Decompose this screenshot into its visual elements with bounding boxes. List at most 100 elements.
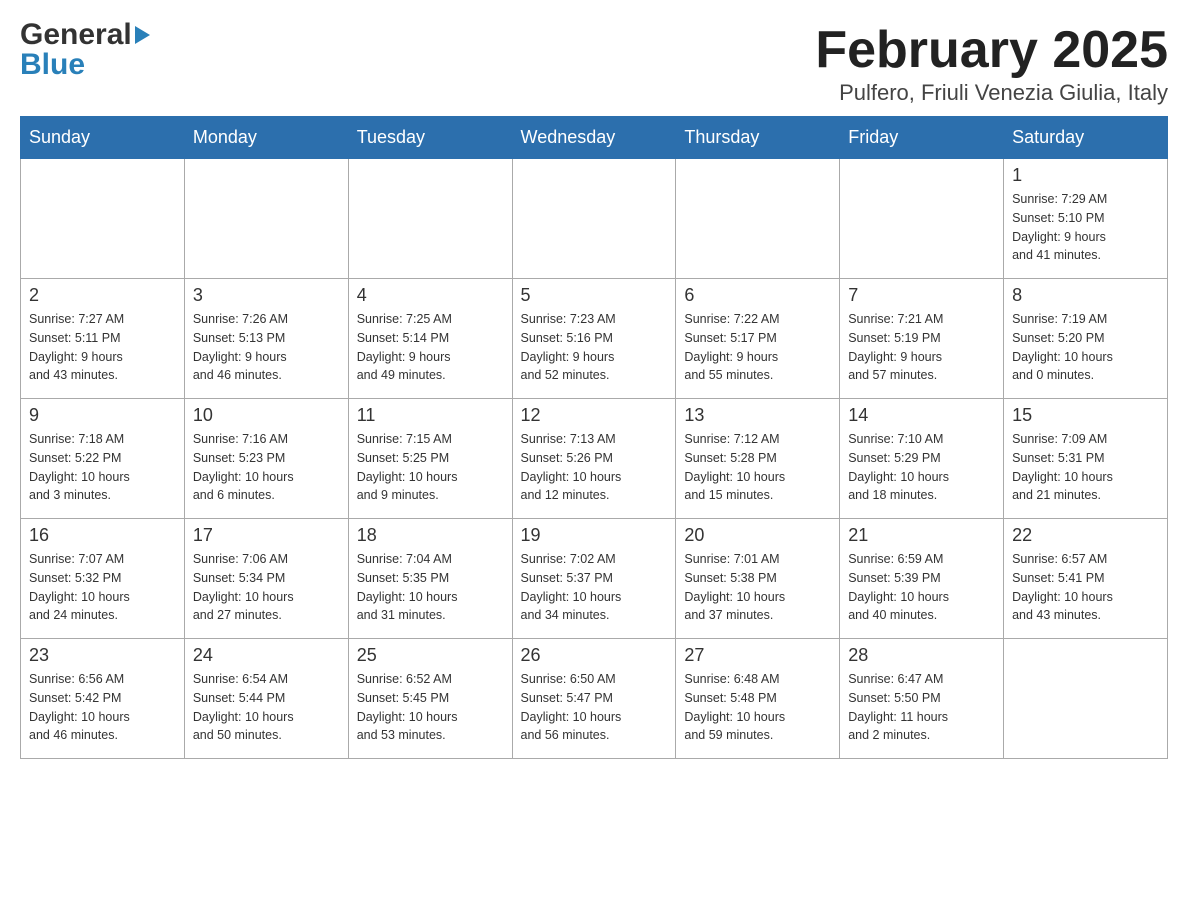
- calendar-cell: 26 Sunrise: 6:50 AM Sunset: 5:47 PM Dayli…: [512, 639, 676, 759]
- calendar-cell: 15 Sunrise: 7:09 AM Sunset: 5:31 PM Dayli…: [1004, 399, 1168, 519]
- title-block: February 2025 Pulfero, Friuli Venezia Gi…: [815, 20, 1168, 106]
- day-info: Sunrise: 6:54 AM Sunset: 5:44 PM Dayligh…: [193, 670, 340, 745]
- calendar-cell: [348, 159, 512, 279]
- day-info: Sunrise: 6:48 AM Sunset: 5:48 PM Dayligh…: [684, 670, 831, 745]
- calendar-week-3: 9 Sunrise: 7:18 AM Sunset: 5:22 PM Daylig…: [21, 399, 1168, 519]
- day-number: 28: [848, 645, 995, 666]
- calendar-cell: 9 Sunrise: 7:18 AM Sunset: 5:22 PM Daylig…: [21, 399, 185, 519]
- day-number: 11: [357, 405, 504, 426]
- calendar-table: SundayMondayTuesdayWednesdayThursdayFrid…: [20, 116, 1168, 759]
- weekday-header-thursday: Thursday: [676, 117, 840, 159]
- calendar-cell: 12 Sunrise: 7:13 AM Sunset: 5:26 PM Dayli…: [512, 399, 676, 519]
- day-number: 14: [848, 405, 995, 426]
- calendar-cell: [512, 159, 676, 279]
- day-number: 10: [193, 405, 340, 426]
- day-info: Sunrise: 7:16 AM Sunset: 5:23 PM Dayligh…: [193, 430, 340, 505]
- calendar-cell: 1Sunrise: 7:29 AM Sunset: 5:10 PM Daylig…: [1004, 159, 1168, 279]
- day-info: Sunrise: 6:56 AM Sunset: 5:42 PM Dayligh…: [29, 670, 176, 745]
- logo-arrow-icon: [135, 26, 150, 44]
- day-number: 19: [521, 525, 668, 546]
- day-number: 7: [848, 285, 995, 306]
- day-info: Sunrise: 7:25 AM Sunset: 5:14 PM Dayligh…: [357, 310, 504, 385]
- calendar-cell: 17 Sunrise: 7:06 AM Sunset: 5:34 PM Dayli…: [184, 519, 348, 639]
- day-info: Sunrise: 7:06 AM Sunset: 5:34 PM Dayligh…: [193, 550, 340, 625]
- calendar-cell: [184, 159, 348, 279]
- day-number: 4: [357, 285, 504, 306]
- day-number: 5: [521, 285, 668, 306]
- calendar-cell: 10 Sunrise: 7:16 AM Sunset: 5:23 PM Dayli…: [184, 399, 348, 519]
- day-info: Sunrise: 6:50 AM Sunset: 5:47 PM Dayligh…: [521, 670, 668, 745]
- weekday-header-sunday: Sunday: [21, 117, 185, 159]
- calendar-cell: 2Sunrise: 7:27 AM Sunset: 5:11 PM Daylig…: [21, 279, 185, 399]
- day-info: Sunrise: 7:02 AM Sunset: 5:37 PM Dayligh…: [521, 550, 668, 625]
- calendar-cell: 20Sunrise: 7:01 AM Sunset: 5:38 PM Dayli…: [676, 519, 840, 639]
- day-number: 13: [684, 405, 831, 426]
- calendar-week-5: 23 Sunrise: 6:56 AM Sunset: 5:42 PM Dayli…: [21, 639, 1168, 759]
- day-info: Sunrise: 7:10 AM Sunset: 5:29 PM Dayligh…: [848, 430, 995, 505]
- page-header: General Blue February 2025 Pulfero, Friu…: [20, 20, 1168, 106]
- day-info: Sunrise: 6:47 AM Sunset: 5:50 PM Dayligh…: [848, 670, 995, 745]
- month-title: February 2025: [815, 20, 1168, 80]
- day-info: Sunrise: 6:57 AM Sunset: 5:41 PM Dayligh…: [1012, 550, 1159, 625]
- day-number: 26: [521, 645, 668, 666]
- calendar-cell: 7 Sunrise: 7:21 AM Sunset: 5:19 PM Daylig…: [840, 279, 1004, 399]
- calendar-cell: 3Sunrise: 7:26 AM Sunset: 5:13 PM Daylig…: [184, 279, 348, 399]
- calendar-cell: 25Sunrise: 6:52 AM Sunset: 5:45 PM Dayli…: [348, 639, 512, 759]
- day-info: Sunrise: 7:21 AM Sunset: 5:19 PM Dayligh…: [848, 310, 995, 385]
- calendar-cell: 21Sunrise: 6:59 AM Sunset: 5:39 PM Dayli…: [840, 519, 1004, 639]
- calendar-cell: 22Sunrise: 6:57 AM Sunset: 5:41 PM Dayli…: [1004, 519, 1168, 639]
- day-info: Sunrise: 7:23 AM Sunset: 5:16 PM Dayligh…: [521, 310, 668, 385]
- calendar-week-1: 1Sunrise: 7:29 AM Sunset: 5:10 PM Daylig…: [21, 159, 1168, 279]
- calendar-cell: 13 Sunrise: 7:12 AM Sunset: 5:28 PM Dayli…: [676, 399, 840, 519]
- day-info: Sunrise: 7:09 AM Sunset: 5:31 PM Dayligh…: [1012, 430, 1159, 505]
- day-number: 16: [29, 525, 176, 546]
- calendar-cell: 16 Sunrise: 7:07 AM Sunset: 5:32 PM Dayli…: [21, 519, 185, 639]
- day-info: Sunrise: 7:12 AM Sunset: 5:28 PM Dayligh…: [684, 430, 831, 505]
- calendar-header-row: SundayMondayTuesdayWednesdayThursdayFrid…: [21, 117, 1168, 159]
- day-info: Sunrise: 7:13 AM Sunset: 5:26 PM Dayligh…: [521, 430, 668, 505]
- day-number: 17: [193, 525, 340, 546]
- calendar-week-2: 2Sunrise: 7:27 AM Sunset: 5:11 PM Daylig…: [21, 279, 1168, 399]
- calendar-cell: [840, 159, 1004, 279]
- calendar-week-4: 16 Sunrise: 7:07 AM Sunset: 5:32 PM Dayli…: [21, 519, 1168, 639]
- day-info: Sunrise: 7:04 AM Sunset: 5:35 PM Dayligh…: [357, 550, 504, 625]
- day-number: 12: [521, 405, 668, 426]
- day-number: 23: [29, 645, 176, 666]
- calendar-cell: 27 Sunrise: 6:48 AM Sunset: 5:48 PM Dayli…: [676, 639, 840, 759]
- day-info: Sunrise: 7:07 AM Sunset: 5:32 PM Dayligh…: [29, 550, 176, 625]
- day-number: 24: [193, 645, 340, 666]
- weekday-header-tuesday: Tuesday: [348, 117, 512, 159]
- day-number: 15: [1012, 405, 1159, 426]
- day-info: Sunrise: 7:01 AM Sunset: 5:38 PM Dayligh…: [684, 550, 831, 625]
- calendar-cell: 19 Sunrise: 7:02 AM Sunset: 5:37 PM Dayli…: [512, 519, 676, 639]
- day-info: Sunrise: 7:22 AM Sunset: 5:17 PM Dayligh…: [684, 310, 831, 385]
- day-info: Sunrise: 7:18 AM Sunset: 5:22 PM Dayligh…: [29, 430, 176, 505]
- day-info: Sunrise: 7:26 AM Sunset: 5:13 PM Dayligh…: [193, 310, 340, 385]
- day-number: 8: [1012, 285, 1159, 306]
- location-subtitle: Pulfero, Friuli Venezia Giulia, Italy: [815, 80, 1168, 106]
- day-info: Sunrise: 7:15 AM Sunset: 5:25 PM Dayligh…: [357, 430, 504, 505]
- day-info: Sunrise: 7:29 AM Sunset: 5:10 PM Dayligh…: [1012, 190, 1159, 265]
- calendar-cell: [676, 159, 840, 279]
- weekday-header-wednesday: Wednesday: [512, 117, 676, 159]
- day-number: 6: [684, 285, 831, 306]
- day-number: 21: [848, 525, 995, 546]
- logo: General Blue: [20, 20, 150, 80]
- weekday-header-saturday: Saturday: [1004, 117, 1168, 159]
- calendar-cell: 18 Sunrise: 7:04 AM Sunset: 5:35 PM Dayli…: [348, 519, 512, 639]
- calendar-cell: [21, 159, 185, 279]
- logo-general: General: [20, 20, 150, 50]
- calendar-cell: 6 Sunrise: 7:22 AM Sunset: 5:17 PM Daylig…: [676, 279, 840, 399]
- calendar-cell: 8 Sunrise: 7:19 AM Sunset: 5:20 PM Daylig…: [1004, 279, 1168, 399]
- day-info: Sunrise: 7:19 AM Sunset: 5:20 PM Dayligh…: [1012, 310, 1159, 385]
- calendar-cell: 5 Sunrise: 7:23 AM Sunset: 5:16 PM Daylig…: [512, 279, 676, 399]
- day-number: 2: [29, 285, 176, 306]
- day-number: 9: [29, 405, 176, 426]
- logo-blue: Blue: [20, 50, 85, 80]
- day-number: 18: [357, 525, 504, 546]
- calendar-cell: 14 Sunrise: 7:10 AM Sunset: 5:29 PM Dayli…: [840, 399, 1004, 519]
- calendar-cell: 28 Sunrise: 6:47 AM Sunset: 5:50 PM Dayli…: [840, 639, 1004, 759]
- day-number: 25: [357, 645, 504, 666]
- day-number: 27: [684, 645, 831, 666]
- calendar-cell: [1004, 639, 1168, 759]
